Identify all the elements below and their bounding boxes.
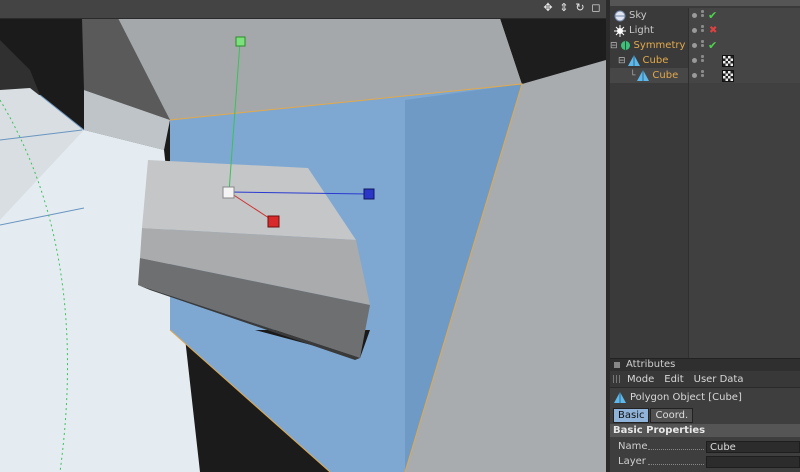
panel-menu-icon[interactable] <box>614 362 620 368</box>
basic-properties-section: Basic Properties <box>610 424 800 437</box>
layer-field[interactable] <box>706 456 800 468</box>
viewport-header: ✥ ⇕ ↻ ◻ <box>0 0 606 19</box>
render-dots[interactable] <box>701 40 704 51</box>
move-icon[interactable]: ✥ <box>542 2 554 14</box>
menu-edit[interactable]: Edit <box>664 374 683 385</box>
object-row-symmetry[interactable]: ⊟ Symmetry ✔ <box>610 38 800 53</box>
object-tags <box>688 53 800 68</box>
object-manager: Sky ✔ Light ✖ ⊟ Symmetry ✔ ⊟ Cube └ Cube <box>610 6 800 358</box>
tab-coord[interactable]: Coord. <box>650 408 694 423</box>
object-tags: ✔ <box>688 38 800 53</box>
x-axis-handle <box>363 188 375 200</box>
object-label: Cube <box>652 70 679 81</box>
collapse-icon[interactable]: ⊟ <box>610 41 618 51</box>
menu-mode[interactable]: Mode <box>627 374 654 385</box>
object-type-label: Polygon Object [Cube] <box>630 391 742 403</box>
phong-tag-icon[interactable] <box>722 70 734 82</box>
object-row-sky[interactable]: Sky ✔ <box>610 8 800 23</box>
render-dots[interactable] <box>701 10 704 21</box>
move-down-icon[interactable]: ⇕ <box>558 2 570 14</box>
visibility-dot[interactable] <box>692 43 697 48</box>
attributes-tabs: Basic Coord. <box>610 408 800 423</box>
tree-branch-icon: └ <box>630 70 636 81</box>
z-axis-handle <box>267 215 280 228</box>
render-dots[interactable] <box>701 55 704 66</box>
polygon-icon <box>637 70 650 81</box>
object-row-cube-child[interactable]: └ Cube <box>610 68 800 83</box>
name-field[interactable]: Cube <box>706 441 800 453</box>
gizmo-center <box>222 186 235 199</box>
polygon-icon <box>627 55 640 66</box>
object-tags: ✖ <box>688 23 800 38</box>
object-row-light[interactable]: Light ✖ <box>610 23 800 38</box>
tab-basic[interactable]: Basic <box>613 408 650 423</box>
sky-icon <box>614 10 626 21</box>
object-tags <box>688 68 800 83</box>
y-axis-handle <box>235 36 246 47</box>
render-dots[interactable] <box>701 25 704 36</box>
section-title: Basic Properties <box>613 425 706 436</box>
enabled-check-icon[interactable]: ✔ <box>708 38 717 53</box>
property-label: Name <box>618 441 648 452</box>
collapse-icon[interactable]: ⊟ <box>618 56 626 66</box>
rotate-icon[interactable]: ↻ <box>574 2 586 14</box>
property-label: Layer <box>618 456 646 467</box>
attributes-header: Attributes <box>610 358 800 371</box>
visibility-dot[interactable] <box>692 73 697 78</box>
object-tags: ✔ <box>688 8 800 23</box>
maximize-icon[interactable]: ◻ <box>590 2 602 14</box>
object-label: Light <box>629 25 654 36</box>
object-label: Cube <box>642 55 669 66</box>
disabled-cross-icon[interactable]: ✖ <box>709 23 717 38</box>
property-row-layer: Layer <box>610 455 800 469</box>
visibility-dot[interactable] <box>692 13 697 18</box>
tags-column-bg <box>688 83 800 358</box>
light-icon <box>614 24 626 37</box>
property-row-name: Name Cube <box>610 440 800 454</box>
enabled-check-icon[interactable]: ✔ <box>708 8 717 23</box>
object-label: Sky <box>629 10 647 21</box>
visibility-dot[interactable] <box>692 28 697 33</box>
grip-icon[interactable] <box>613 375 621 383</box>
visibility-dot[interactable] <box>692 58 697 63</box>
attributes-title: Attributes <box>626 359 676 370</box>
symmetry-icon <box>620 40 630 51</box>
polygon-icon <box>614 391 626 403</box>
right-panel: Sky ✔ Light ✖ ⊟ Symmetry ✔ ⊟ Cube └ Cube… <box>610 0 800 472</box>
object-label: Symmetry <box>633 40 686 51</box>
render-dots[interactable] <box>701 70 704 81</box>
viewport-scene <box>0 0 606 472</box>
attributes-menu-bar: Mode Edit User Data <box>610 371 800 388</box>
3d-viewport[interactable]: ✥ ⇕ ↻ ◻ <box>0 0 606 472</box>
viewport-nav: ✥ ⇕ ↻ ◻ <box>542 2 602 14</box>
phong-tag-icon[interactable] <box>722 55 734 67</box>
attributes-object-title: Polygon Object [Cube] <box>610 389 800 405</box>
object-row-cube[interactable]: ⊟ Cube <box>610 53 800 68</box>
menu-user-data[interactable]: User Data <box>694 374 744 385</box>
